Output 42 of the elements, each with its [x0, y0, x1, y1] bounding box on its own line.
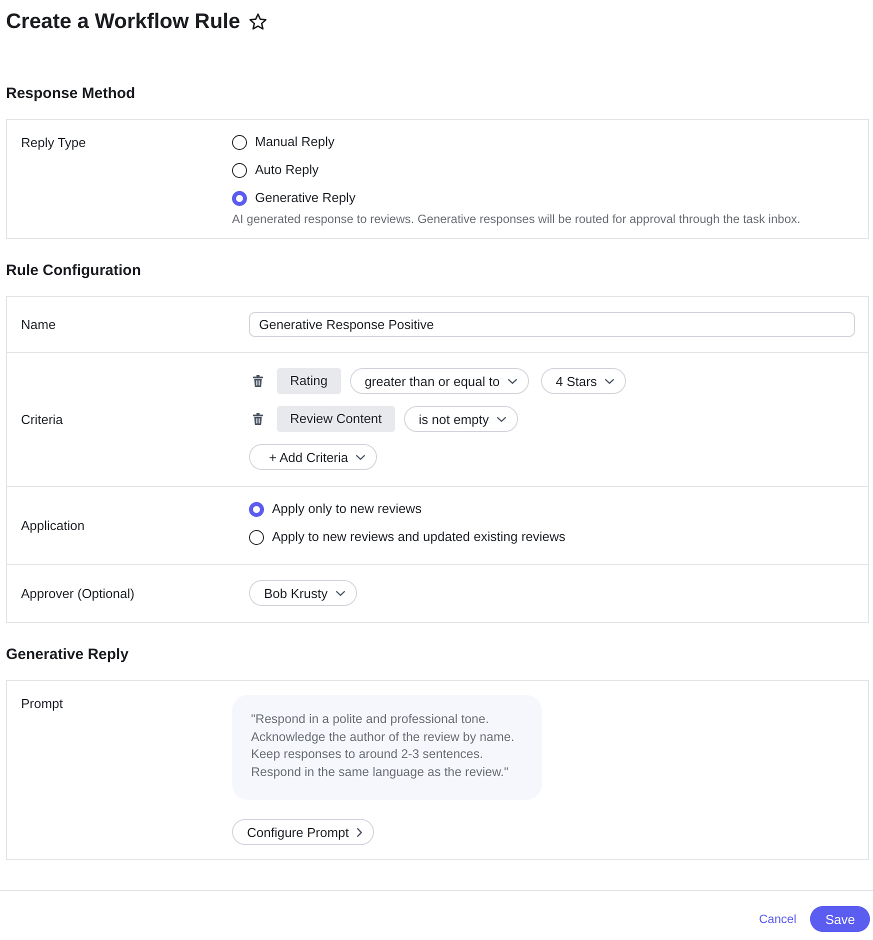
- cancel-link[interactable]: Cancel: [759, 911, 796, 927]
- radio-button[interactable]: [249, 530, 264, 544]
- trash-icon[interactable]: [253, 375, 263, 387]
- field-label: Criteria: [21, 412, 63, 426]
- radio-label: Auto Reply: [255, 161, 319, 179]
- radio-button[interactable]: [232, 190, 247, 206]
- help-text: AI generated response to reviews. Generative responses will be routed for approval through the task inbox.: [232, 212, 800, 226]
- page-title: Create a Workflow Rule: [6, 9, 240, 35]
- field-label: Application: [21, 518, 85, 532]
- radio-button[interactable]: [249, 502, 264, 516]
- section-heading: Response Method: [6, 84, 136, 104]
- radio-label: Generative Reply: [255, 189, 356, 207]
- operator-dropdown[interactable]: is not empty: [404, 406, 518, 432]
- radio-button[interactable]: [232, 162, 247, 178]
- criteria-field-tag: Rating: [277, 368, 341, 394]
- trash-icon[interactable]: [253, 413, 263, 425]
- chevron-down-icon: [496, 416, 506, 422]
- configure-prompt-button[interactable]: Configure Prompt: [232, 819, 374, 845]
- section-heading: Rule Configuration: [6, 261, 141, 281]
- field-label: Approver (Optional): [21, 586, 134, 600]
- section-heading: Generative Reply: [6, 645, 129, 665]
- field-label: Prompt: [21, 696, 63, 711]
- radio-label: Apply only to new reviews: [272, 500, 422, 518]
- chevron-down-icon: [508, 378, 517, 384]
- field-label: Name: [21, 316, 56, 332]
- radio-label: Apply to new reviews and updated existing reviews: [272, 528, 566, 546]
- value-dropdown[interactable]: 4 Stars: [540, 368, 626, 394]
- save-button[interactable]: Save: [810, 906, 870, 932]
- chevron-right-icon: [356, 828, 362, 836]
- prompt-preview: "Respond in a polite and professional tone. Acknowledge the author of the review by name. Keep responses to around 2-3 sentences. Respond in the same language as the review.": [232, 695, 542, 800]
- chevron-down-icon: [336, 590, 345, 596]
- approver-dropdown[interactable]: Bob Krusty: [249, 580, 357, 606]
- add-criteria-button[interactable]: + Add Criteria: [249, 444, 378, 470]
- operator-dropdown[interactable]: greater than or equal to: [350, 368, 529, 394]
- star-icon[interactable]: [249, 13, 268, 31]
- chevron-down-icon: [356, 454, 366, 460]
- radio-label: Manual Reply: [255, 133, 334, 151]
- chevron-down-icon: [604, 378, 614, 384]
- field-label: Reply Type: [21, 135, 86, 150]
- radio-button[interactable]: [232, 134, 247, 150]
- name-input-field[interactable]: Generative Response Positive: [249, 312, 855, 337]
- criteria-field-tag: Review Content: [277, 406, 395, 432]
